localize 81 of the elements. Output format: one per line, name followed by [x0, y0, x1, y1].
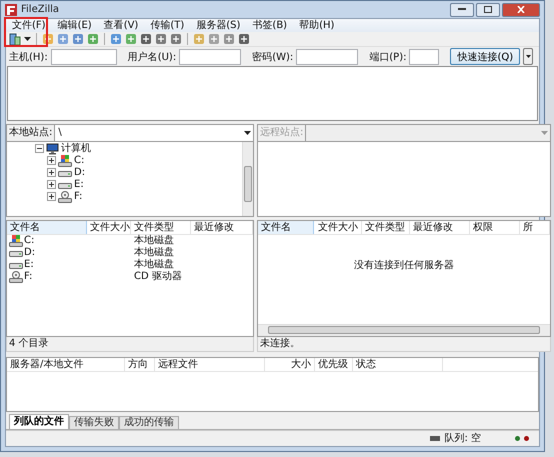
column-header[interactable]: 文件名 [258, 220, 314, 234]
column-header[interactable]: 远程文件 [155, 358, 265, 371]
quickconnect-button[interactable]: 快速连接(Q) [450, 48, 520, 66]
menu-item[interactable]: 书签(B) [246, 19, 294, 32]
tree-item[interactable]: E: [74, 178, 84, 191]
drive-icon [9, 248, 23, 257]
caret-icon[interactable] [24, 37, 31, 42]
drive-icon [58, 180, 72, 189]
table-cell-text: 本地磁盘 [133, 258, 175, 271]
column-header[interactable]: 大小 [265, 358, 315, 371]
highlight-frame [4, 17, 48, 47]
tab[interactable]: 成功的传输 [119, 416, 179, 429]
column-header[interactable]: 文件大小 [87, 220, 131, 234]
status-text: 4 个目录 [6, 336, 254, 352]
menu-item[interactable]: 编辑(E) [52, 19, 98, 32]
column-header[interactable]: 最近修改 [410, 220, 470, 234]
menu-item[interactable]: 服务器(S) [190, 19, 246, 32]
field-label: 密码(W): [252, 50, 294, 64]
minimize-icon [458, 8, 466, 11]
file-name[interactable]: F: [24, 270, 32, 283]
menu-item[interactable]: 传输(T) [144, 19, 190, 32]
app-logo-icon [5, 4, 17, 16]
column-header[interactable]: 文件类型 [362, 220, 410, 234]
column-header[interactable]: 优先级 [315, 358, 353, 371]
scrollbar[interactable] [258, 324, 550, 336]
tree-item[interactable]: 计算机 [61, 142, 91, 155]
menu-item[interactable]: 帮助(H) [293, 19, 340, 32]
tab[interactable]: 传输失败 [69, 416, 119, 429]
expand-icon[interactable] [47, 180, 56, 190]
column-header[interactable]: 文件名 [7, 220, 87, 234]
maximize-icon [484, 6, 492, 13]
empty-message: 没有连接到任何服务器 [353, 258, 455, 272]
caret-icon [526, 55, 531, 58]
expand-icon[interactable] [47, 156, 56, 166]
field-label: 端口(P): [369, 50, 406, 64]
file-name[interactable]: D: [24, 246, 36, 259]
queue-icon [430, 436, 440, 441]
column-header[interactable]: 最近修改 [191, 220, 253, 234]
column-header[interactable]: 文件类型 [131, 220, 191, 234]
status-text: 未连接。 [257, 336, 551, 352]
window-title: FileZilla [21, 4, 60, 15]
tree-item[interactable]: F: [74, 190, 82, 203]
dropdown-button[interactable] [523, 48, 534, 66]
tab[interactable]: 列队的文件 [9, 414, 69, 429]
column-header[interactable]: 文件大小 [314, 220, 362, 234]
column-header[interactable]: 状态 [353, 358, 443, 371]
scrollbar[interactable] [242, 142, 253, 216]
minimize-button[interactable] [450, 2, 474, 16]
expand-icon[interactable] [47, 192, 56, 202]
table-cell-text: 本地磁盘 [133, 234, 175, 246]
menu-item[interactable]: 查看(V) [98, 19, 144, 32]
column-header[interactable]: 权限 [470, 220, 520, 234]
cd-drive-icon [9, 270, 23, 283]
drive-icon [9, 234, 23, 247]
collapse-icon[interactable] [35, 144, 44, 154]
input-field[interactable] [50, 48, 117, 65]
menu-item[interactable]: 文件(F) [6, 19, 52, 32]
table-cell-text: CD 驱动器 [133, 270, 183, 283]
field-label: 主机(H): [9, 50, 48, 64]
cd-drive-icon [58, 190, 72, 203]
file-name[interactable]: E: [24, 258, 34, 271]
input-field[interactable] [409, 48, 440, 65]
input-field[interactable] [296, 48, 358, 65]
computer-icon [46, 142, 59, 155]
tree-item[interactable]: C: [74, 154, 84, 167]
drive-icon [58, 168, 72, 177]
field-label: 用户名(U): [128, 50, 176, 64]
close-button[interactable] [502, 2, 540, 16]
table-cell-text: 本地磁盘 [133, 246, 175, 258]
tree-item[interactable]: D: [74, 166, 86, 179]
drive-icon [58, 154, 72, 167]
column-header[interactable]: 所 [520, 220, 550, 234]
file-name[interactable]: C: [24, 234, 34, 247]
expand-icon[interactable] [47, 168, 56, 178]
queue-status: 队列: 空 [444, 432, 481, 446]
maximize-button[interactable] [476, 2, 500, 16]
column-header[interactable]: 服务器/本地文件 [7, 358, 125, 371]
input-field[interactable] [179, 48, 242, 65]
drive-icon [9, 260, 23, 269]
close-icon [517, 6, 525, 13]
column-header[interactable]: 方向 [125, 358, 155, 371]
